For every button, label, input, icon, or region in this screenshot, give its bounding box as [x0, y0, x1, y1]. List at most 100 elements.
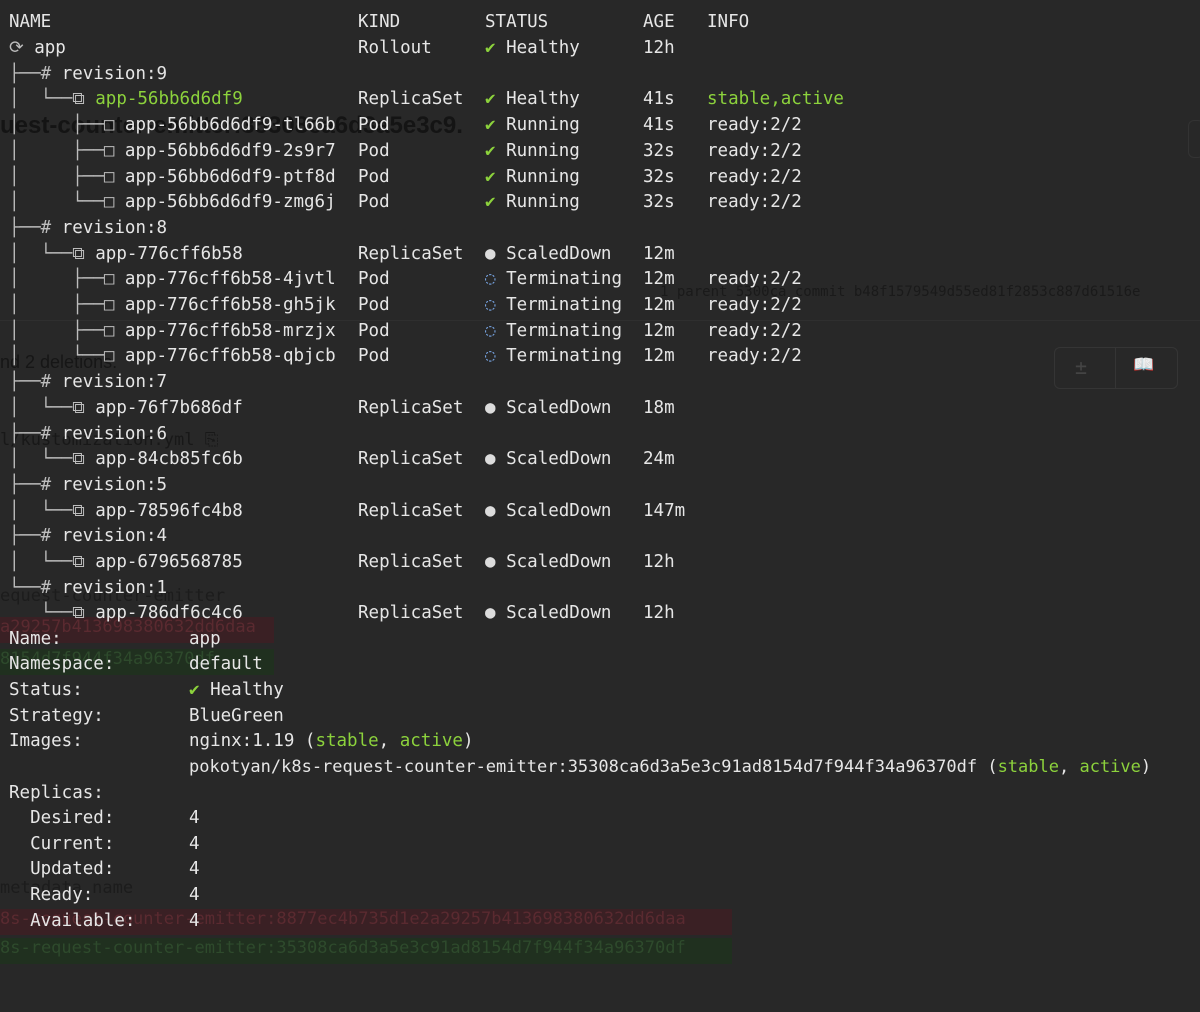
- tree-node: ├──# revision:4: [9, 523, 167, 549]
- resource-name: revision:4: [61, 526, 168, 547]
- resource-status: ● ScaledDown: [485, 498, 611, 524]
- image-end: ): [1140, 757, 1152, 777]
- image-tag: stable: [315, 731, 379, 751]
- tree-branch: ├──#: [9, 217, 62, 238]
- resource-info: ready:2/2: [707, 140, 802, 161]
- detail-label: Replicas:: [9, 783, 104, 803]
- detail-value: BlueGreen: [189, 706, 284, 726]
- resource-age: 32s: [643, 166, 675, 187]
- resource-name: app-776cff6b58-gh5jk: [124, 295, 336, 315]
- image-tag: active: [1079, 757, 1141, 777]
- tree-branch: ⟳: [9, 38, 35, 58]
- status-text: ScaledDown: [506, 603, 612, 624]
- resource-name: app-78596fc4b8: [95, 500, 243, 521]
- detail-row-strategy: Strategy: BlueGreen: [0, 703, 1200, 729]
- tree-row: └──⧉ app-786df6c4c6 ReplicaSet ● ScaledDow…: [0, 600, 1200, 626]
- detail-row-namespace: Namespace: default: [0, 651, 1200, 677]
- status-text: ScaledDown: [506, 397, 612, 418]
- detail-label: Status:: [9, 680, 83, 700]
- tree-branch: │ ├──□: [9, 140, 125, 161]
- resource-status: ✔ Running: [485, 112, 580, 138]
- detail-row-available: Available: 4: [0, 908, 1200, 934]
- header-info: INFO: [707, 12, 750, 32]
- detail-label: Images:: [9, 731, 83, 751]
- status-text: Terminating: [506, 295, 622, 315]
- status-icon: ◌: [485, 320, 496, 341]
- resource-name: app-6796568785: [95, 552, 243, 572]
- tree-node: │ └──⧉ app-776cff6b58: [9, 241, 243, 267]
- resource-kind: Pod: [358, 295, 390, 315]
- tree-row: ├──# revision:5: [0, 472, 1200, 498]
- resource-status: ✔ Healthy: [485, 86, 580, 112]
- header-age: AGE: [643, 12, 675, 32]
- tree-row: │ └──□ app-56bb6d6df9-zmg6j Pod ✔ Running 3…: [0, 189, 1200, 215]
- tree-branch: ├──#: [9, 372, 62, 393]
- resource-age: 32s: [643, 140, 675, 161]
- status-text: ScaledDown: [506, 552, 612, 572]
- resource-age: 12m: [643, 269, 675, 290]
- resource-kind: Pod: [358, 346, 390, 367]
- detail-value: 4: [189, 911, 200, 931]
- resource-kind: Pod: [358, 192, 390, 213]
- status-icon: ●: [485, 552, 496, 572]
- tree-node: ├──# revision:8: [9, 215, 167, 241]
- detail-label: Updated:: [9, 859, 115, 879]
- tree-node: │ └──□ app-776cff6b58-qbjcb: [9, 343, 336, 369]
- resource-name: app-56bb6d6df9-2s9r7: [124, 140, 336, 161]
- resource-name: app-56bb6d6df9-zmg6j: [124, 192, 336, 213]
- tree-row: ⟳ app Rollout ✔ Healthy 12h: [0, 35, 1200, 61]
- status-icon: ◌: [485, 346, 496, 367]
- resource-kind: ReplicaSet: [358, 500, 464, 521]
- tree-branch: │ └──⧉: [9, 243, 96, 264]
- tree-branch: │ └──⧉: [9, 449, 96, 470]
- tree-node: │ ├──□ app-776cff6b58-4jvtl: [9, 266, 336, 292]
- tree-header-row: NAME KIND STATUS AGE INFO: [0, 9, 1200, 35]
- resource-name: app: [34, 38, 66, 58]
- detail-row-desired: Desired: 4: [0, 805, 1200, 831]
- tree-node: │ ├──□ app-776cff6b58-mrzjx: [9, 318, 336, 344]
- image-name: nginx:1.19 (: [189, 731, 316, 751]
- resource-name: app-56bb6d6df9-tl66b: [124, 115, 336, 136]
- status-text: ScaledDown: [506, 243, 612, 264]
- detail-label: Desired:: [9, 808, 115, 828]
- resource-kind: ReplicaSet: [358, 89, 464, 110]
- detail-row-image2: pokotyan/k8s-request-counter-emitter:353…: [0, 754, 1200, 780]
- status-icon: ✔: [485, 192, 496, 213]
- detail-value: 4: [189, 885, 200, 905]
- tree-branch: │ ├──□: [9, 295, 125, 315]
- detail-label: Available:: [9, 911, 136, 931]
- tree-node: ⟳ app: [9, 35, 66, 61]
- status-text: Running: [506, 115, 580, 136]
- tree-branch: ├──#: [9, 423, 62, 444]
- status-icon: ●: [485, 397, 496, 418]
- resource-status: ✔ Running: [485, 138, 580, 164]
- tree-node: └──# revision:1: [9, 575, 167, 601]
- detail-row-current: Current: 4: [0, 831, 1200, 857]
- detail-row-images: Images: nginx:1.19 (stable, active): [0, 728, 1200, 754]
- image-sep: ,: [1058, 757, 1080, 777]
- tree-row: │ └──□ app-776cff6b58-qbjcb Pod ◌ Terminat…: [0, 343, 1200, 369]
- detail-label: Ready:: [9, 885, 94, 905]
- tree-node: │ ├──□ app-56bb6d6df9-ptf8d: [9, 164, 336, 190]
- resource-kind: Pod: [358, 269, 390, 290]
- status-icon: ◌: [485, 295, 496, 315]
- tree-branch: └──⧉: [9, 603, 96, 624]
- tree-branch: │ └──⧉: [9, 552, 96, 572]
- tree-row: │ └──⧉ app-78596fc4b8 ReplicaSet ● ScaledD…: [0, 498, 1200, 524]
- image-entry: pokotyan/k8s-request-counter-emitter:353…: [189, 754, 1151, 780]
- resource-age: 12m: [643, 320, 675, 341]
- status-text: Terminating: [506, 346, 622, 367]
- tree-row: │ └──⧉ app-6796568785 ReplicaSet ● ScaledD…: [0, 549, 1200, 575]
- resource-name: revision:8: [61, 217, 168, 238]
- resource-name: app-776cff6b58-mrzjx: [124, 320, 336, 341]
- resource-kind: ReplicaSet: [358, 243, 464, 264]
- resource-age: 12m: [643, 243, 675, 264]
- image-end: ): [462, 731, 474, 751]
- tree-node: │ └──□ app-56bb6d6df9-zmg6j: [9, 189, 336, 215]
- resource-kind: ReplicaSet: [358, 397, 464, 418]
- detail-value: 4: [189, 834, 200, 854]
- detail-label: Current:: [9, 834, 115, 854]
- resource-age: 147m: [643, 500, 686, 521]
- tree-node: │ └──⧉ app-76f7b686df: [9, 395, 243, 421]
- tree-node: │ ├──□ app-56bb6d6df9-2s9r7: [9, 138, 336, 164]
